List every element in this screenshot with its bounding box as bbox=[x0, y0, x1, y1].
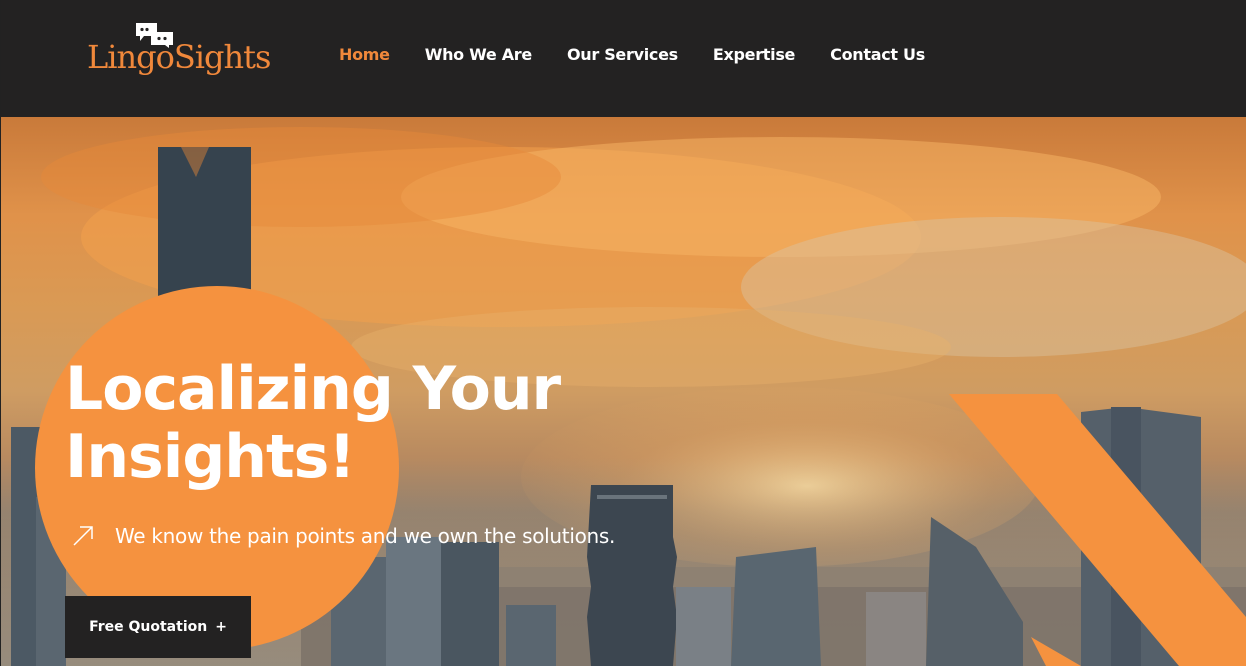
nav-contact-us[interactable]: Contact Us bbox=[830, 45, 925, 64]
hero-headline-line1: Localizing Your bbox=[65, 354, 561, 424]
plus-icon: + bbox=[215, 619, 227, 635]
page-edge bbox=[1246, 0, 1257, 666]
free-quotation-label: Free Quotation bbox=[89, 619, 208, 635]
logo-text: LingoSights bbox=[87, 38, 271, 76]
hero-headline-line2: Insights! bbox=[65, 422, 356, 492]
main-nav: Home Who We Are Our Services Expertise C… bbox=[339, 45, 960, 64]
nav-home[interactable]: Home bbox=[339, 45, 390, 64]
hero-headline: Localizing Your Insights! bbox=[65, 354, 561, 492]
logo[interactable]: LingoSights bbox=[87, 20, 287, 80]
hero-tagline-text: We know the pain points and we own the s… bbox=[115, 524, 616, 548]
hero-tagline: We know the pain points and we own the s… bbox=[71, 524, 615, 548]
site-header: LingoSights Home Who We Are Our Services… bbox=[1, 0, 1246, 117]
nav-who-we-are[interactable]: Who We Are bbox=[425, 45, 533, 64]
arrow-up-right-icon bbox=[73, 526, 93, 546]
nav-our-services[interactable]: Our Services bbox=[567, 45, 678, 64]
free-quotation-button[interactable]: Free Quotation + bbox=[65, 596, 251, 658]
hero-section: Localizing Your Insights! We know the pa… bbox=[1, 117, 1246, 666]
nav-expertise[interactable]: Expertise bbox=[713, 45, 796, 64]
